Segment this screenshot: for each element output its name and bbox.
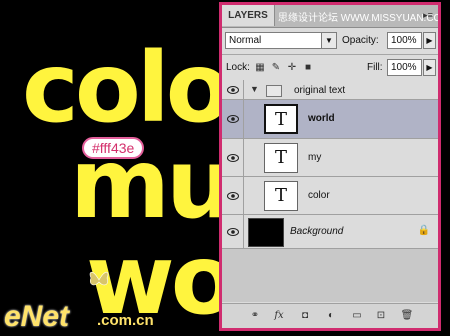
eye-icon[interactable] [227,228,239,236]
eye-icon[interactable] [227,154,239,162]
group-name: original text [294,85,346,96]
eye-cell [222,139,244,176]
blend-mode-value: Normal [229,35,262,46]
text-layer-thumbnail: T [264,143,298,173]
layer-row-world[interactable]: T world [222,100,438,139]
eye-icon[interactable] [227,192,239,200]
eye-icon[interactable] [227,86,239,94]
canvas-word-color: colo [22,32,232,144]
text-layer-thumbnail: T [264,104,298,134]
blend-mode-select[interactable]: Normal ▼ [225,32,337,49]
lock-all-icon[interactable]: ■ [302,62,314,74]
opacity-arrow-button[interactable]: ▶ [423,32,436,49]
layer-name: my [308,152,322,163]
opacity-field[interactable]: 100% [387,32,422,49]
enet-domain: .com.cn [97,312,154,329]
eye-cell [222,100,244,138]
fill-arrow-button[interactable]: ▶ [423,59,436,76]
eye-icon[interactable] [227,115,239,123]
layer-row-color[interactable]: T color [222,177,438,215]
watermark-text: 思缘设计论坛 WWW.MISSYUAN.COM [278,13,441,24]
background-thumbnail [248,218,284,247]
layer-name: Background [290,226,344,237]
layers-list: ▼ original text T world T my T color Bac… [222,80,438,302]
panel-tabbar: LAYERS 思缘设计论坛 WWW.MISSYUAN.COM ▸≡ [222,5,438,28]
enet-logo: eNet [4,300,70,333]
layer-row-my[interactable]: T my [222,139,438,177]
new-group-icon[interactable]: ▭ [350,310,364,322]
hex-color-label: #fff43e [82,137,145,159]
lock-transparent-icon[interactable]: ▦ [254,62,266,74]
lock-fill-row: Lock: ▦ ✎ ✛ ■ Fill: 100% ▶ [222,54,438,82]
panel-menu-icon[interactable]: ▸≡ [422,10,434,20]
adjustment-layer-icon[interactable]: ◐ [324,310,338,322]
layer-style-icon[interactable]: fx [272,310,286,322]
layer-row-background[interactable]: Background 🔒 [222,215,438,249]
lock-icon: 🔒 [417,225,430,236]
fill-field[interactable]: 100% [387,59,422,76]
layer-group-row[interactable]: ▼ original text [222,80,438,100]
layer-name: world [308,113,335,124]
delete-layer-icon[interactable]: 🗑 [400,310,414,322]
layers-bottom-toolbar: ⚭ fx ◘ ◐ ▭ ⊡ 🗑 [222,303,438,328]
blend-opacity-row: Normal ▼ Opacity: 100% ▶ [222,28,438,54]
lock-position-icon[interactable]: ✛ [286,62,298,74]
new-layer-icon[interactable]: ⊡ [374,310,388,322]
layers-panel: LAYERS 思缘设计论坛 WWW.MISSYUAN.COM ▸≡ Normal… [219,2,441,331]
butterfly-icon [89,271,109,286]
add-mask-icon[interactable]: ◘ [298,310,312,322]
eye-cell [222,215,244,248]
text-layer-thumbnail: T [264,181,298,211]
fill-label: Fill: [367,62,383,73]
expand-triangle-icon[interactable]: ▼ [250,84,259,94]
eye-cell [222,80,244,99]
folder-icon [266,85,282,97]
lock-label: Lock: [226,62,250,73]
chevron-down-icon: ▼ [321,33,336,48]
eye-cell [222,177,244,214]
opacity-label: Opacity: [342,35,379,46]
layer-name: color [308,190,330,201]
link-layers-icon[interactable]: ⚭ [248,310,262,322]
lock-image-icon[interactable]: ✎ [270,62,282,74]
tab-layers[interactable]: LAYERS [222,5,275,26]
